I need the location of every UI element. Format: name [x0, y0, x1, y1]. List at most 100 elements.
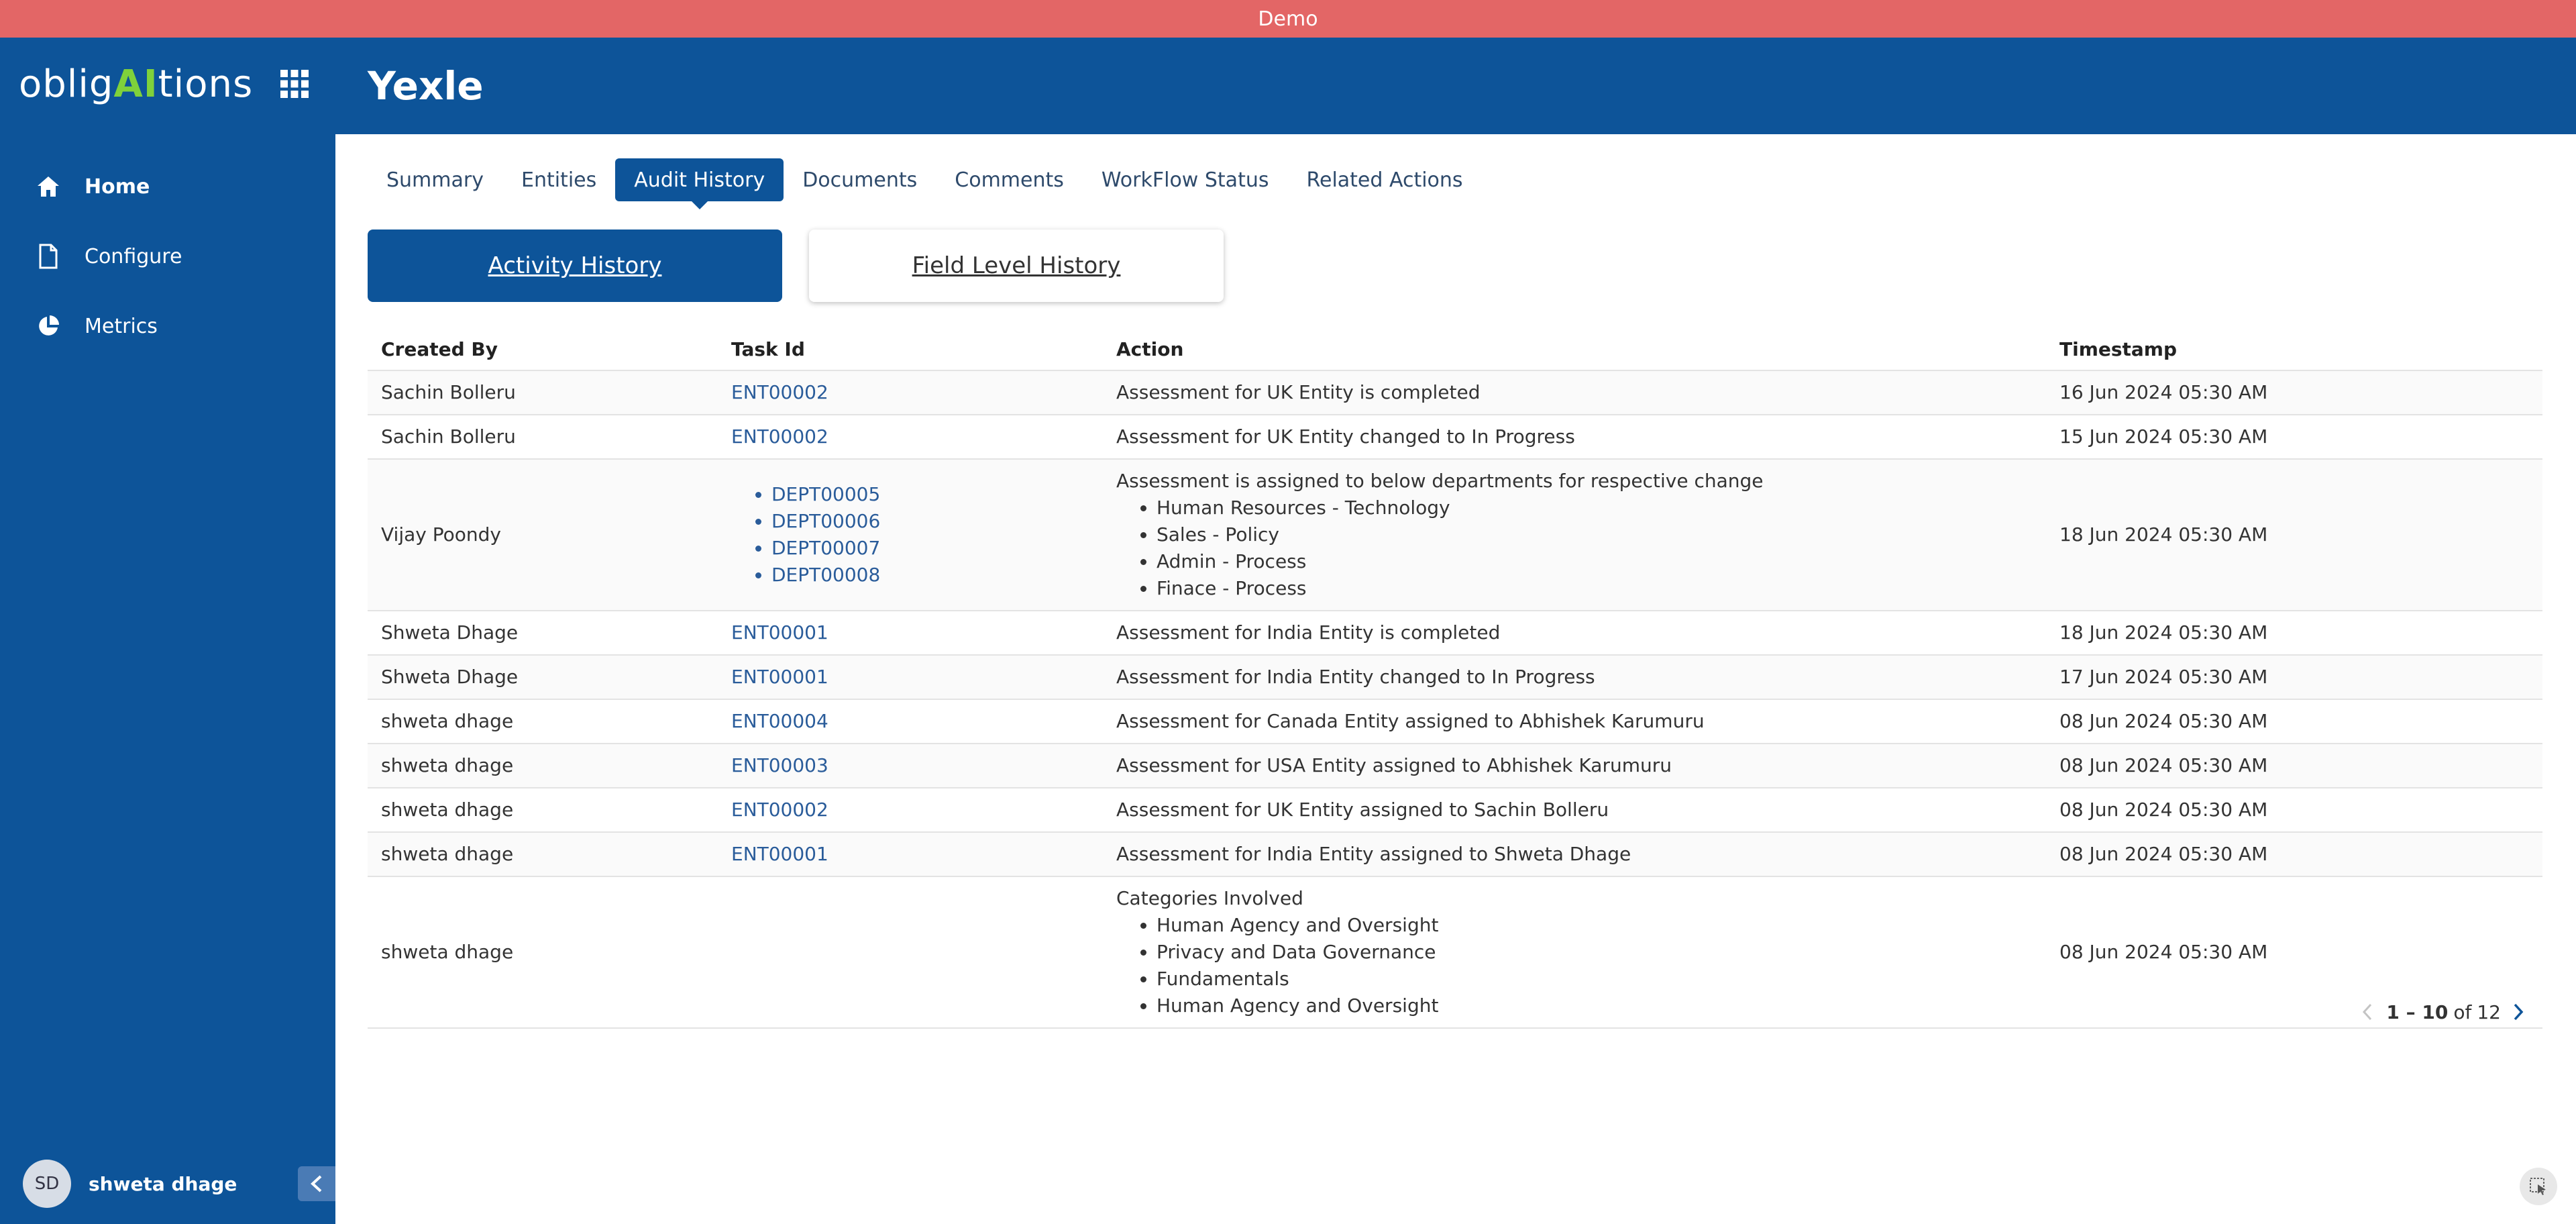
tab-documents[interactable]: Documents: [784, 158, 936, 201]
sidebar-nav: Home Configure Metrics: [0, 152, 335, 361]
page-total: 12: [2477, 1001, 2501, 1023]
column-header-action[interactable]: Action: [1103, 329, 2046, 371]
task-id-link[interactable]: DEPT00007: [771, 535, 1103, 562]
table-row: Sachin Bolleru ENT00002 Assessment for U…: [368, 415, 2542, 460]
task-id-list: DEPT00005 DEPT00006 DEPT00007 DEPT00008: [731, 481, 1103, 589]
task-id-link[interactable]: ENT00002: [718, 370, 1103, 415]
field-level-history-button[interactable]: Field Level History: [809, 230, 1224, 302]
task-id-link[interactable]: ENT00004: [718, 699, 1103, 744]
collapse-sidebar-button[interactable]: [298, 1166, 335, 1201]
tab-workflow-status[interactable]: WorkFlow Status: [1083, 158, 1288, 201]
sidebar-item-home[interactable]: Home: [0, 152, 335, 221]
task-id-link[interactable]: ENT00001: [718, 832, 1103, 877]
task-id-link[interactable]: ENT00001: [718, 655, 1103, 700]
timestamp-cell: 16 Jun 2024 05:30 AM: [2046, 370, 2542, 415]
timestamp-cell: 18 Jun 2024 05:30 AM: [2046, 611, 2542, 656]
column-header-task-id[interactable]: Task Id: [718, 329, 1103, 371]
action-item: Human Agency and Oversight: [1157, 992, 2046, 1019]
tab-comments[interactable]: Comments: [936, 158, 1083, 201]
tab-summary[interactable]: Summary: [368, 158, 502, 201]
cursor-select-icon: [2530, 1178, 2546, 1195]
pie-chart-icon: [35, 313, 62, 340]
action-cell: Assessment for UK Entity changed to In P…: [1103, 415, 2046, 460]
table-row: Sachin Bolleru ENT00002 Assessment for U…: [368, 370, 2542, 415]
action-text: Assessment is assigned to below departme…: [1116, 470, 1764, 492]
action-cell: Assessment for UK Entity assigned to Sac…: [1103, 788, 2046, 833]
activity-history-button[interactable]: Activity History: [368, 230, 782, 302]
task-id-link[interactable]: ENT00002: [718, 788, 1103, 833]
created-by-cell: Sachin Bolleru: [368, 370, 718, 415]
task-id-link[interactable]: ENT00001: [718, 611, 1103, 656]
app-logo[interactable]: obligAItions: [19, 62, 253, 106]
created-by-cell: Shweta Dhage: [368, 655, 718, 700]
action-text: Categories Involved: [1116, 887, 1303, 909]
column-header-timestamp[interactable]: Timestamp: [2046, 329, 2542, 371]
action-item: Privacy and Data Governance: [1157, 939, 2046, 966]
action-item: Fundamentals: [1157, 966, 2046, 992]
tab-entities[interactable]: Entities: [502, 158, 615, 201]
user-name: shweta dhage: [89, 1172, 237, 1195]
timestamp-cell: 15 Jun 2024 05:30 AM: [2046, 415, 2542, 460]
chevron-left-icon: [311, 1175, 322, 1192]
document-icon: [35, 243, 62, 270]
history-toggle: Activity History Field Level History: [368, 230, 1250, 302]
timestamp-cell: 08 Jun 2024 05:30 AM: [2046, 788, 2542, 833]
previous-page-button[interactable]: [2354, 999, 2381, 1025]
page-header: Yexle: [335, 38, 2576, 134]
page-of-label: of: [2453, 1001, 2472, 1023]
tab-audit-history[interactable]: Audit History: [615, 158, 784, 209]
created-by-cell: shweta dhage: [368, 832, 718, 877]
table-row: Vijay Poondy DEPT00005 DEPT00006 DEPT000…: [368, 459, 2542, 611]
timestamp-cell: 17 Jun 2024 05:30 AM: [2046, 655, 2542, 700]
task-id-link[interactable]: DEPT00008: [771, 562, 1103, 589]
logo-row: obligAItions: [19, 55, 321, 113]
action-item-list: Human Resources - Technology Sales - Pol…: [1116, 495, 2046, 602]
action-cell: Assessment for UK Entity is completed: [1103, 370, 2046, 415]
task-id-link[interactable]: ENT00003: [718, 744, 1103, 788]
timestamp-cell: 18 Jun 2024 05:30 AM: [2046, 459, 2542, 611]
sidebar-item-metrics[interactable]: Metrics: [0, 291, 335, 361]
action-cell: Assessment for Canada Entity assigned to…: [1103, 699, 2046, 744]
sidebar-item-label: Home: [85, 174, 150, 199]
task-id-link[interactable]: DEPT00006: [771, 508, 1103, 535]
table-row: Shweta Dhage ENT00001 Assessment for Ind…: [368, 655, 2542, 700]
action-cell: Categories Involved Human Agency and Ove…: [1103, 876, 2046, 1029]
task-id-link[interactable]: DEPT00005: [771, 481, 1103, 508]
column-header-created-by[interactable]: Created By: [368, 329, 718, 371]
table-row: shweta dhage ENT00001 Assessment for Ind…: [368, 832, 2542, 877]
sidebar-item-label: Configure: [85, 244, 182, 268]
sidebar-item-configure[interactable]: Configure: [0, 221, 335, 291]
task-id-list-cell: DEPT00005 DEPT00006 DEPT00007 DEPT00008: [718, 459, 1103, 611]
audit-table: Created By Task Id Action Timestamp Sach…: [368, 329, 2542, 1029]
action-cell: Assessment for India Entity assigned to …: [1103, 832, 2046, 877]
screen-capture-button[interactable]: [2520, 1168, 2557, 1205]
created-by-cell: shweta dhage: [368, 744, 718, 788]
avatar: SD: [23, 1160, 71, 1208]
action-item: Sales - Policy: [1157, 521, 2046, 548]
home-icon: [35, 173, 62, 200]
action-cell: Assessment is assigned to below departme…: [1103, 459, 2046, 611]
task-id-link[interactable]: ENT00002: [718, 415, 1103, 460]
table-row: shweta dhage Categories Involved Human A…: [368, 876, 2542, 1029]
table-row: shweta dhage ENT00002 Assessment for UK …: [368, 788, 2542, 833]
main-content: Summary Entities Audit History Documents…: [335, 134, 2576, 1224]
task-id-cell: [718, 876, 1103, 1029]
apps-grid-icon[interactable]: [279, 68, 310, 99]
next-page-button[interactable]: [2505, 999, 2532, 1025]
page-range: 1 – 10: [2386, 1001, 2449, 1023]
tab-bar: Summary Entities Audit History Documents…: [368, 158, 1482, 209]
created-by-cell: Vijay Poondy: [368, 459, 718, 611]
action-item: Human Resources - Technology: [1157, 495, 2046, 521]
created-by-cell: shweta dhage: [368, 699, 718, 744]
action-cell: Assessment for India Entity is completed: [1103, 611, 2046, 656]
user-profile[interactable]: SD shweta dhage: [23, 1158, 237, 1209]
banner-text: Demo: [1258, 7, 1318, 31]
timestamp-cell: 08 Jun 2024 05:30 AM: [2046, 832, 2542, 877]
environment-banner: Demo: [0, 0, 2576, 38]
created-by-cell: Shweta Dhage: [368, 611, 718, 656]
table-row: shweta dhage ENT00003 Assessment for USA…: [368, 744, 2542, 788]
sidebar: obligAItions Home Configure Metrics SD s…: [0, 38, 335, 1224]
timestamp-cell: 08 Jun 2024 05:30 AM: [2046, 744, 2542, 788]
action-cell: Assessment for USA Entity assigned to Ab…: [1103, 744, 2046, 788]
tab-related-actions[interactable]: Related Actions: [1287, 158, 1481, 201]
